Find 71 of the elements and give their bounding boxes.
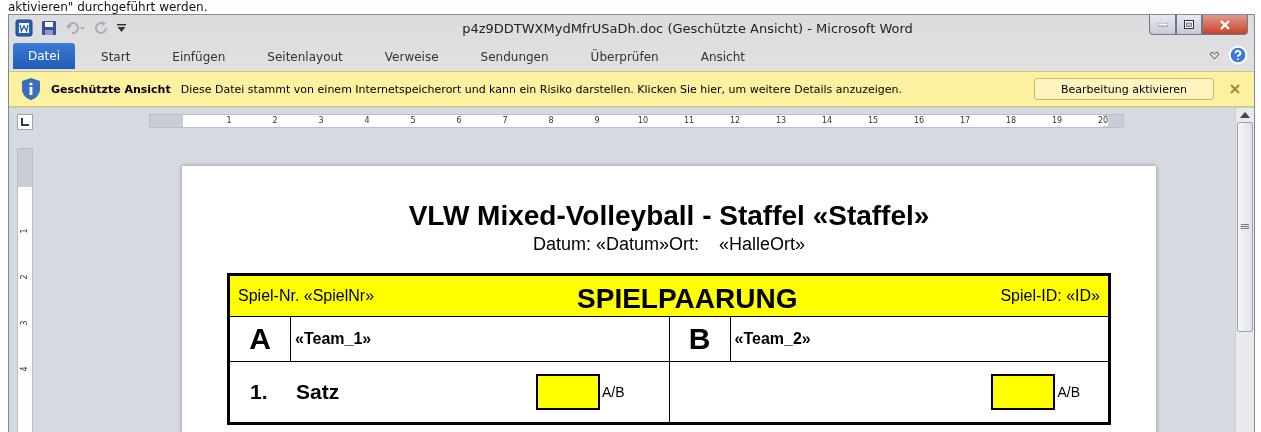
minimize-button[interactable]: [1149, 15, 1176, 35]
ruler-number: 8: [548, 116, 554, 126]
ruler-number: 14: [821, 116, 833, 126]
minimize-icon: [1157, 22, 1168, 27]
scrollbar-thumb[interactable]: [1237, 122, 1253, 332]
tab-stop-icon: [21, 118, 29, 126]
file-tab[interactable]: Datei: [13, 43, 75, 69]
set-winner-label: A/B: [601, 384, 625, 400]
ribbon-tab[interactable]: Einfügen: [152, 45, 246, 69]
set-label: Satz: [296, 380, 340, 404]
ruler-number: 6: [456, 116, 462, 126]
ruler-number: 7: [502, 116, 508, 126]
maximize-button[interactable]: [1176, 15, 1202, 35]
score-box[interactable]: [991, 374, 1056, 410]
ruler-number: 9: [594, 116, 600, 126]
ruler-number: 20: [1097, 116, 1109, 126]
ruler-number: 1: [226, 116, 232, 126]
caption-text: aktivieren" durchgeführt werden.: [7, 0, 209, 14]
ribbon-tab[interactable]: Start: [81, 45, 151, 69]
window-title: p4z9DDTWXMydMfrUSaDh.doc (Geschützte Ansicht) - Microsoft Word: [461, 20, 914, 36]
message-text[interactable]: Diese Datei stammt von einem Internetspeicherort und kann ein Risiko darstellen. Klicken Sie hier, um weitere Details anzuzeigen.: [180, 82, 941, 96]
team-name: «Team_1»: [294, 330, 372, 348]
ribbon-tab[interactable]: Ansicht: [680, 45, 765, 69]
ruler-number: 2: [20, 274, 30, 280]
ruler-number: 16: [913, 116, 925, 126]
ruler-number: 3: [318, 116, 324, 126]
customize-caret-icon[interactable]: [117, 23, 126, 33]
ribbon-tab[interactable]: Seitenlayout: [247, 45, 363, 69]
table-heading: SPIELPAARUNG: [577, 283, 798, 315]
ruler-number: 12: [729, 116, 741, 126]
ribbon-tab[interactable]: Überprüfen: [570, 45, 679, 69]
ruler-number: 2: [272, 116, 278, 126]
enable-editing-button[interactable]: Bearbeitung aktivieren: [1034, 78, 1214, 100]
match-number: Spiel-Nr. «SpielNr»: [238, 287, 375, 305]
close-icon: [1219, 19, 1231, 30]
ruler-number: 5: [410, 116, 416, 126]
ruler-number: 4: [20, 366, 30, 372]
scroll-up-icon[interactable]: [1240, 112, 1250, 118]
document-title: VLW Mixed-Volleyball - Staffel «Staffel»: [408, 200, 930, 232]
message-title: Geschützte Ansicht: [51, 82, 171, 96]
ruler-number: 3: [20, 320, 30, 326]
help-icon[interactable]: [1228, 45, 1248, 65]
ruler-number: 17: [959, 116, 971, 126]
ruler-number: 4: [364, 116, 370, 126]
ruler-number: 11: [683, 116, 695, 126]
team-name: «Team_2»: [733, 330, 811, 348]
set-winner-label: A/B: [1057, 384, 1080, 400]
close-button[interactable]: [1202, 15, 1248, 35]
ruler-number: 13: [775, 116, 787, 126]
document-subtitle: Datum: «Datum»Ort: «HalleOrt»: [532, 234, 806, 255]
collapse-ribbon-icon[interactable]: [1209, 50, 1220, 60]
team-letter: A: [230, 317, 291, 361]
word-icon[interactable]: [15, 19, 33, 37]
team-letter: B: [669, 317, 731, 361]
save-icon[interactable]: [41, 20, 57, 36]
tab-stop-selector[interactable]: [17, 114, 33, 130]
match-id: Spiel-ID: «ID»: [1000, 287, 1100, 305]
ruler-number: 15: [867, 116, 879, 126]
ribbon-tab[interactable]: Sendungen: [460, 45, 569, 69]
ruler-number: 10: [637, 116, 649, 126]
ruler-number: 19: [1051, 116, 1063, 126]
close-icon[interactable]: [1230, 84, 1240, 94]
maximize-icon: [1184, 20, 1194, 29]
shield-info-icon: [21, 77, 41, 101]
ruler-number: 1: [20, 228, 30, 234]
ruler-number: 18: [1005, 116, 1017, 126]
ribbon-tab[interactable]: Verweise: [364, 45, 459, 69]
ruler-margin: [150, 115, 183, 127]
ruler-margin: [18, 149, 32, 187]
score-box[interactable]: [535, 374, 600, 410]
set-number: 1.: [250, 380, 269, 404]
